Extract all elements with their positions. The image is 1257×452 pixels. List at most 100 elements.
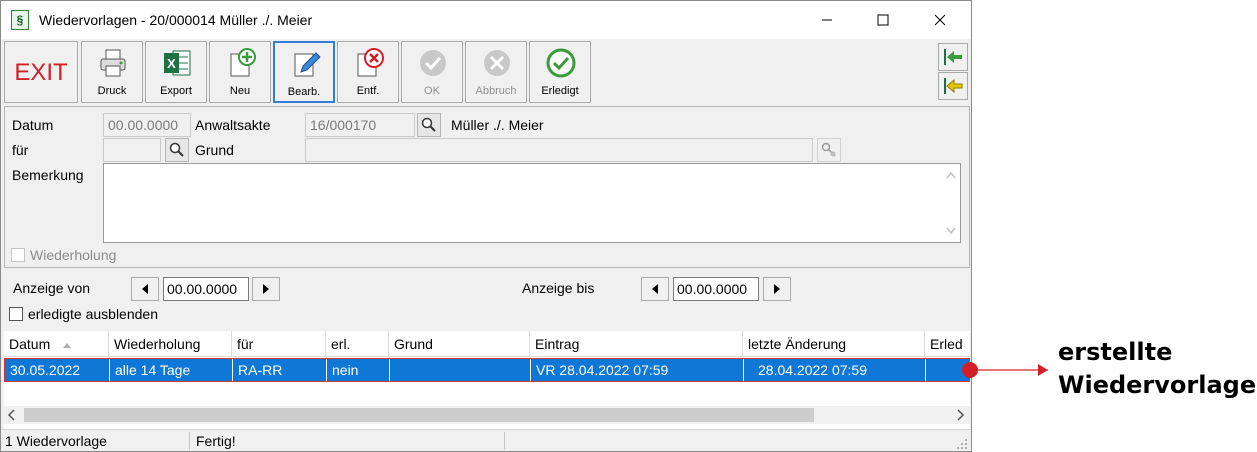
triangle-left-icon <box>652 284 658 294</box>
minimize-button[interactable] <box>804 1 850 39</box>
maximize-button[interactable] <box>860 1 906 39</box>
minimize-icon <box>822 19 832 21</box>
fuer-search-button[interactable] <box>165 138 189 162</box>
scroll-left-icon <box>7 409 15 421</box>
toolbar: EXIT Druck X Export Neu Bearb. Entf. OK … <box>1 39 971 105</box>
exit-button[interactable]: EXIT <box>4 41 78 103</box>
bemerkung-scrollbar[interactable] <box>942 164 960 242</box>
ok-button[interactable]: OK <box>401 41 463 103</box>
printer-icon <box>100 49 126 77</box>
grund-label: Grund <box>195 142 234 158</box>
maximize-icon <box>877 14 889 26</box>
arrow-left-first-icon <box>944 49 962 65</box>
bemerkung-label: Bemerkung <box>12 167 84 183</box>
cell-fuer: RA-RR <box>233 359 327 381</box>
detail-form: Datum 00.00.0000 Anwaltsakte 16/000170 M… <box>4 106 970 268</box>
export-label: Export <box>160 85 192 97</box>
column-header-grund[interactable]: Grund <box>389 331 530 357</box>
done-label: Erledigt <box>541 85 579 97</box>
datum-label: Datum <box>12 117 54 133</box>
print-label: Druck <box>97 85 127 97</box>
sort-ascending-icon <box>63 343 72 348</box>
grid-header: Datum Wiederholung für erl. Grund Eintra… <box>4 331 970 357</box>
anwaltsakte-field[interactable]: 16/000170 <box>305 113 415 137</box>
fuer-field[interactable] <box>103 138 161 162</box>
cell-grund <box>390 359 531 381</box>
wiederholung-checkbox[interactable] <box>11 248 25 262</box>
akte-search-button[interactable] <box>417 113 441 137</box>
key-icon <box>821 142 836 157</box>
grund-lookup-button[interactable] <box>817 138 841 162</box>
window-title: Wiedervorlagen - 20/000014 Müller ./. Me… <box>39 12 313 28</box>
status-bar: 1 Wiedervorlage Fertig! <box>1 429 971 451</box>
close-button[interactable] <box>917 1 963 39</box>
status-count: 1 Wiedervorlage <box>5 433 107 449</box>
check-icon <box>420 50 446 76</box>
edit-label: Bearb. <box>287 86 321 98</box>
cancel-button[interactable]: Abbruch <box>465 41 527 103</box>
bis-next-button[interactable] <box>763 277 791 301</box>
annotation-marker <box>962 362 1048 378</box>
svg-text:X: X <box>167 56 176 71</box>
ok-label: OK <box>424 85 440 97</box>
cancel-label: Abbruch <box>475 85 517 97</box>
search-icon <box>169 142 184 157</box>
datum-field[interactable]: 00.00.0000 <box>103 113 191 137</box>
column-header-erledigt[interactable]: Erled <box>925 331 970 357</box>
column-header-erl[interactable]: erl. <box>326 331 389 357</box>
bemerkung-textarea[interactable] <box>103 163 961 243</box>
hide-done-label: erledigte ausblenden <box>28 306 158 322</box>
anzeige-bis-input[interactable]: 00.00.0000 <box>673 277 759 301</box>
close-icon <box>934 14 946 26</box>
status-divider <box>189 432 190 450</box>
grid-horizontal-scrollbar[interactable] <box>4 406 970 424</box>
von-next-button[interactable] <box>252 277 280 301</box>
new-document-icon <box>230 48 256 77</box>
von-prev-button[interactable] <box>131 277 159 301</box>
cell-datum: 30.05.2022 <box>5 359 110 381</box>
title-bar: § Wiedervorlagen - 20/000014 Müller ./. … <box>1 1 971 39</box>
navigate-first-button[interactable] <box>938 43 968 71</box>
edit-button[interactable]: Bearb. <box>273 41 335 103</box>
excel-icon: X <box>164 50 191 76</box>
new-button[interactable]: Neu <box>209 41 271 103</box>
scroll-arrows-icon <box>946 171 956 235</box>
done-check-icon <box>546 48 576 78</box>
status-state: Fertig! <box>196 433 236 449</box>
column-header-wiederholung[interactable]: Wiederholung <box>109 331 232 357</box>
cell-erl: nein <box>327 359 390 381</box>
hide-done-checkbox[interactable] <box>9 307 23 321</box>
delete-button[interactable]: Entf. <box>337 41 399 103</box>
anzeige-von-input[interactable]: 00.00.0000 <box>163 277 249 301</box>
new-label: Neu <box>229 85 251 97</box>
grund-field[interactable] <box>305 138 813 162</box>
main-window: § Wiedervorlagen - 20/000014 Müller ./. … <box>0 0 972 452</box>
resize-grip-icon[interactable] <box>956 438 968 450</box>
export-button[interactable]: X Export <box>145 41 207 103</box>
column-header-fuer[interactable]: für <box>232 331 326 357</box>
edit-pencil-icon <box>294 52 321 77</box>
annotation-line-2: Wiedervorlage <box>1058 371 1257 399</box>
anzeige-bis-label: Anzeige bis <box>522 280 595 296</box>
scrollbar-thumb[interactable] <box>24 408 814 422</box>
table-row[interactable]: 30.05.2022 alle 14 Tage RA-RR nein VR 28… <box>4 358 970 382</box>
bis-prev-button[interactable] <box>641 277 669 301</box>
cell-eintrag: VR 28.04.2022 07:59 <box>531 359 744 381</box>
triangle-right-icon <box>774 284 780 294</box>
search-icon <box>421 117 436 132</box>
cell-letzte-aenderung: 28.04.2022 07:59 <box>744 359 926 381</box>
column-header-datum[interactable]: Datum <box>4 331 109 357</box>
annotation-line-1: erstellte <box>1058 338 1173 366</box>
done-button[interactable]: Erledigt <box>529 41 591 103</box>
akte-name: Müller ./. Meier <box>451 117 544 133</box>
arrow-left-yellow-icon <box>944 78 963 94</box>
navigate-back-button[interactable] <box>938 72 968 100</box>
delete-label: Entf. <box>356 85 380 97</box>
column-datum-label: Datum <box>9 336 51 352</box>
anzeige-von-label: Anzeige von <box>13 280 91 296</box>
print-button[interactable]: Druck <box>81 41 143 103</box>
column-header-eintrag[interactable]: Eintrag <box>530 331 743 357</box>
wiederholung-label: Wiederholung <box>30 247 117 263</box>
status-divider <box>504 432 505 450</box>
column-header-letzte-aenderung[interactable]: letzte Änderung <box>743 331 925 357</box>
